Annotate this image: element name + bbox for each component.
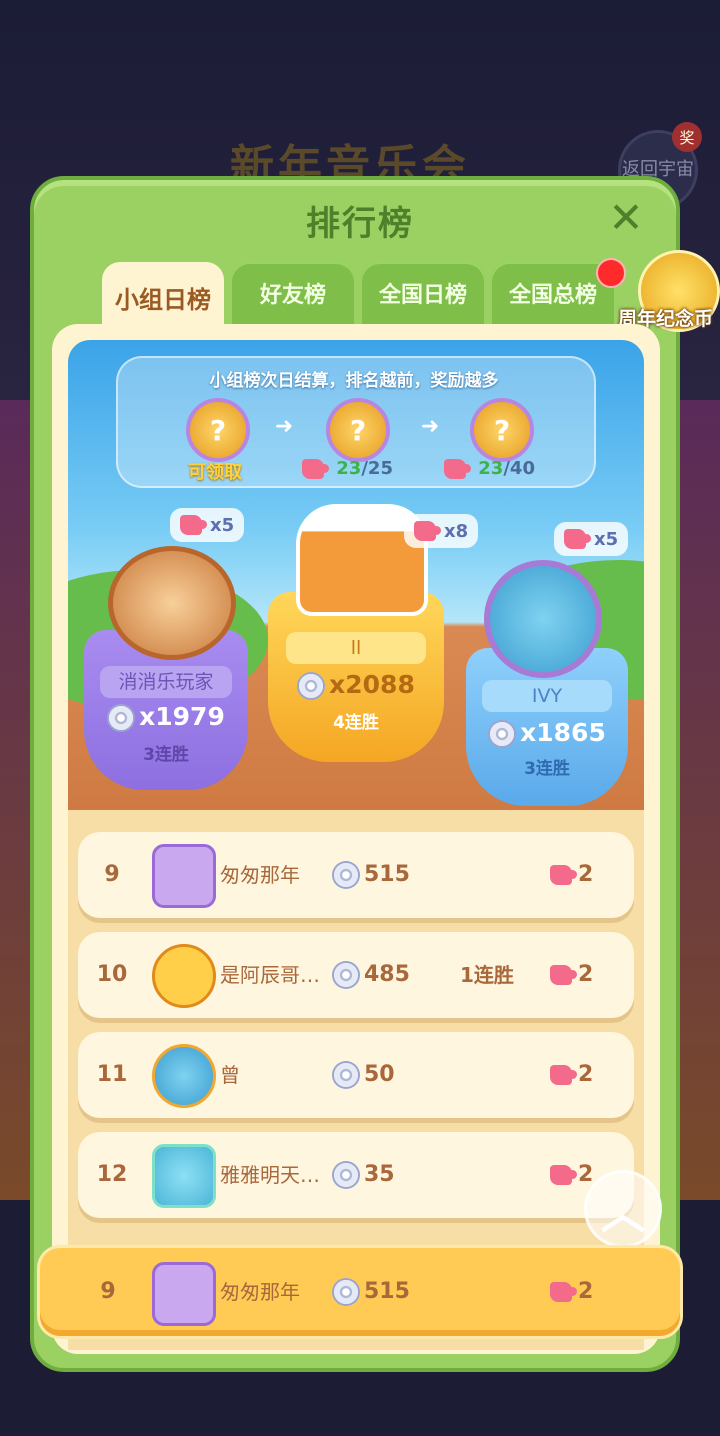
player-pieces: 2 bbox=[550, 832, 593, 918]
avatar[interactable] bbox=[108, 546, 236, 660]
tab-friends[interactable]: 好友榜 bbox=[232, 260, 354, 326]
tab-group-daily[interactable]: 小组日榜 bbox=[102, 262, 224, 332]
cd-icon bbox=[297, 672, 326, 700]
player-score: 50 bbox=[332, 1032, 395, 1118]
rank-number: 11 bbox=[96, 1062, 128, 1087]
rank-number: 10 bbox=[96, 962, 128, 987]
avatar[interactable] bbox=[152, 1044, 216, 1108]
close-icon[interactable]: ✕ bbox=[604, 196, 648, 240]
player-pieces: 2 bbox=[550, 932, 593, 1018]
player-score: 35 bbox=[332, 1132, 395, 1218]
player-name: 是阿辰哥… bbox=[220, 963, 320, 987]
notification-dot bbox=[596, 258, 626, 288]
player-name: ll bbox=[285, 632, 427, 664]
cd-icon bbox=[332, 1161, 360, 1189]
my-rank-row[interactable]: 9 匆匆那年 515 2 bbox=[40, 1248, 680, 1336]
player-score: x1865 bbox=[466, 718, 628, 748]
pieces-bubble-second: x5 bbox=[170, 508, 245, 542]
avatar[interactable] bbox=[152, 1144, 216, 1208]
cd-icon bbox=[107, 704, 136, 732]
scroll-to-top-button[interactable]: ︿ bbox=[584, 1170, 662, 1248]
player-score: 515 bbox=[332, 1248, 410, 1336]
player-pieces: 2 bbox=[550, 1248, 593, 1336]
background-right bbox=[680, 400, 720, 1200]
puzzle-piece-icon bbox=[550, 1282, 577, 1302]
table-row[interactable]: 11 曾 50 2 bbox=[78, 1032, 634, 1118]
puzzle-piece-icon bbox=[550, 1165, 577, 1185]
rank-number: 9 bbox=[104, 862, 120, 887]
avatar[interactable] bbox=[152, 1262, 216, 1326]
player-score: x2088 bbox=[268, 670, 444, 700]
player-name: 匆匆那年 bbox=[220, 863, 300, 887]
player-name: 匆匆那年 bbox=[220, 1280, 300, 1304]
puzzle-piece-icon bbox=[564, 529, 591, 549]
arrow-right-icon: ➜ bbox=[420, 414, 440, 439]
pieces-bubble-third: x5 bbox=[554, 522, 629, 556]
player-streak: 1连胜 bbox=[460, 963, 514, 987]
podium-first[interactable]: ll x2088 4连胜 bbox=[268, 592, 444, 762]
player-score: x1979 bbox=[84, 702, 248, 732]
mystery-reward-icon[interactable]: ? bbox=[186, 398, 250, 462]
player-name: 消消乐玩家 bbox=[100, 666, 232, 698]
mystery-reward-icon[interactable]: ? bbox=[326, 398, 390, 462]
cd-icon bbox=[332, 1278, 360, 1306]
puzzle-piece-icon bbox=[550, 1065, 577, 1085]
avatar[interactable] bbox=[152, 844, 216, 908]
puzzle-piece-icon bbox=[550, 965, 577, 985]
player-score: 515 bbox=[332, 832, 410, 918]
reward-progress-3: 23/40 bbox=[444, 458, 535, 479]
puzzle-piece-icon bbox=[180, 515, 207, 535]
player-streak: 3连胜 bbox=[143, 745, 189, 765]
avatar[interactable] bbox=[484, 560, 602, 678]
cd-icon bbox=[332, 861, 360, 889]
cd-icon bbox=[488, 720, 517, 748]
puzzle-piece-icon bbox=[302, 459, 329, 479]
puzzle-piece-icon bbox=[414, 521, 441, 541]
player-name: 雅雅明天… bbox=[220, 1163, 320, 1187]
arrow-right-icon: ➜ bbox=[274, 414, 294, 439]
table-row[interactable]: 9 匆匆那年 515 2 bbox=[78, 832, 634, 918]
player-streak: 3连胜 bbox=[524, 759, 570, 779]
pieces-bubble-first: x8 bbox=[404, 514, 479, 548]
player-name: IVY bbox=[482, 680, 612, 712]
mystery-reward-icon[interactable]: ? bbox=[470, 398, 534, 462]
table-row[interactable]: 10 是阿辰哥… 485 1连胜 2 bbox=[78, 932, 634, 1018]
puzzle-piece-icon bbox=[444, 459, 471, 479]
tab-national-daily[interactable]: 全国日榜 bbox=[362, 260, 484, 326]
puzzle-piece-icon bbox=[550, 865, 577, 885]
player-name: 曾 bbox=[220, 1063, 240, 1087]
rewards-info-title: 小组榜次日结算，排名越前，奖励越多 bbox=[209, 371, 499, 391]
reward-claimable-label[interactable]: 可领取 bbox=[188, 458, 242, 484]
reward-progress-2: 23/25 bbox=[302, 458, 393, 479]
cd-icon bbox=[332, 961, 360, 989]
rank-number: 12 bbox=[96, 1162, 128, 1187]
player-score: 485 bbox=[332, 932, 410, 1018]
cd-icon bbox=[332, 1061, 360, 1089]
avatar[interactable] bbox=[152, 944, 216, 1008]
table-row[interactable]: 12 雅雅明天… 35 2 bbox=[78, 1132, 634, 1218]
player-pieces: 2 bbox=[550, 1032, 593, 1118]
award-badge: 奖 bbox=[672, 122, 702, 152]
rank-number: 9 bbox=[100, 1279, 116, 1304]
player-streak: 4连胜 bbox=[333, 713, 379, 733]
